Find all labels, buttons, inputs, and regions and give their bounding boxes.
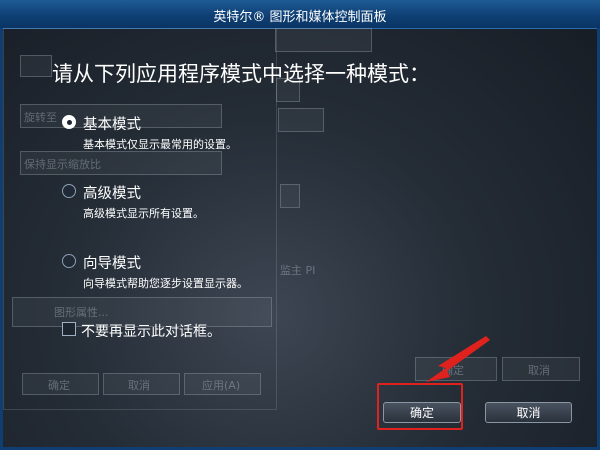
advanced-mode-radio[interactable] — [62, 184, 76, 198]
background-text: 旋转至 — [24, 111, 57, 124]
basic-mode-description: 基本模式仅显示最常用的设置。 — [83, 138, 237, 151]
background-tab-label: 图形属性... — [54, 306, 109, 319]
dont-show-again-label[interactable]: 不要再显示此对话框。 — [81, 321, 221, 341]
advanced-mode-description: 高级模式显示所有设置。 — [83, 207, 204, 220]
control-panel-window: 英特尔® 图形和媒体控制面板 旋转至 保持显示缩放比 监主 PI 图形属性...… — [0, 0, 600, 450]
background-dropdown — [280, 184, 300, 208]
mode-selection-heading: 请从下列应用程序模式中选择一种模式： — [52, 62, 430, 86]
basic-mode-label[interactable]: 基本模式 — [83, 113, 141, 134]
wizard-mode-radio[interactable] — [62, 254, 76, 268]
background-ok-label-right: 确定 — [442, 364, 464, 377]
annotation-highlight-box — [377, 383, 463, 430]
cancel-button[interactable]: 取消 — [485, 402, 572, 423]
title-bar: 英特尔® 图形和媒体控制面板 — [0, 0, 600, 29]
background-apply-label: 应用(A) — [202, 379, 241, 392]
background-dropdown — [278, 108, 324, 132]
wizard-mode-description: 向导模式帮助您逐步设置显示器。 — [83, 277, 248, 290]
background-text: 保持显示缩放比 — [24, 158, 101, 171]
background-cancel-label-right: 取消 — [528, 364, 550, 377]
basic-mode-radio[interactable] — [62, 115, 76, 129]
background-field — [20, 55, 52, 77]
background-field — [275, 28, 372, 52]
window-title: 英特尔® 图形和媒体控制面板 — [213, 10, 387, 25]
background-text: 监主 PI — [280, 264, 316, 277]
background-cancel-label: 取消 — [128, 379, 150, 392]
advanced-mode-label[interactable]: 高级模式 — [83, 182, 141, 203]
dont-show-again-checkbox[interactable] — [62, 322, 76, 336]
wizard-mode-label[interactable]: 向导模式 — [83, 252, 141, 273]
background-ok-label: 确定 — [48, 379, 70, 392]
